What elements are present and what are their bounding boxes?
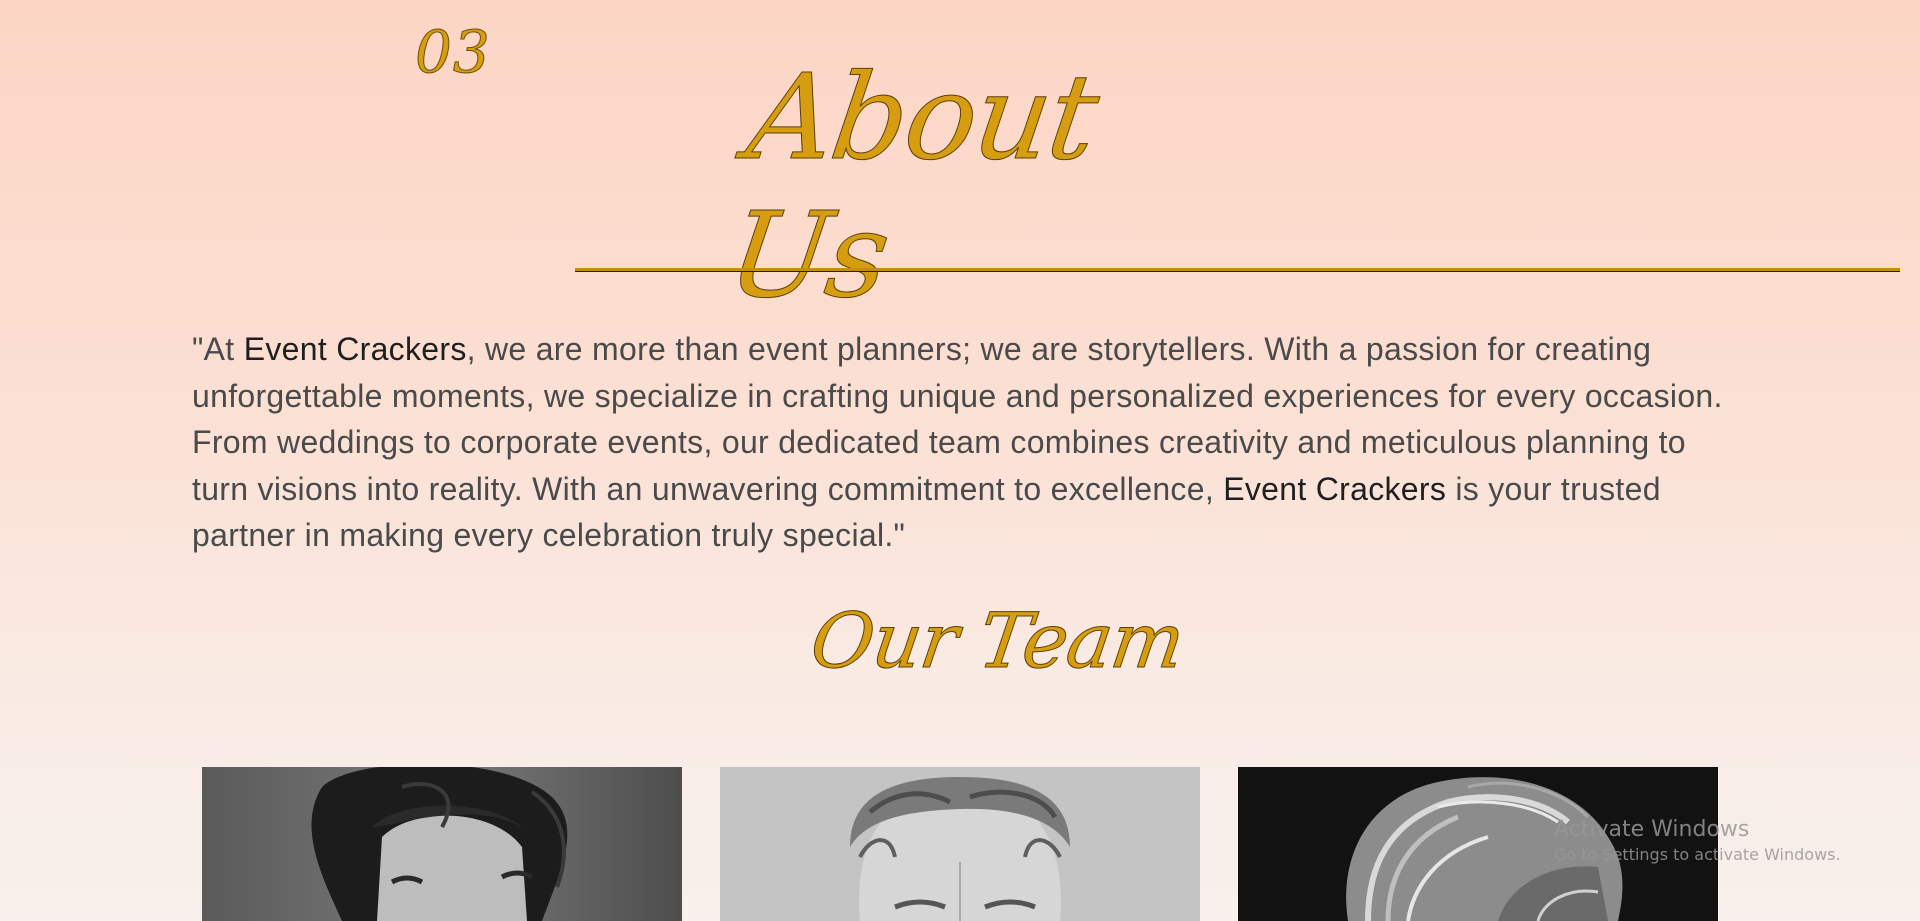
section-divider [575,268,1900,272]
our-team-heading: Our Team [805,596,1190,686]
about-paragraph: "At Event Crackers, we are more than eve… [192,326,1732,559]
team-member-card[interactable] [720,767,1200,921]
watermark-title: Activate Windows [1554,817,1750,842]
brand-name: Event Crackers [243,331,467,367]
section-number: 03 [415,18,491,87]
about-us-heading: About Us [720,48,1105,325]
team-member-card[interactable] [202,767,682,921]
team-member-photo [202,767,682,921]
watermark-subtitle: Go to Settings to activate Windows. [1554,845,1841,864]
team-member-photo [720,767,1200,921]
brand-name: Event Crackers [1223,470,1447,507]
about-text-part-1: "At [192,331,244,367]
windows-activation-watermark: Activate Windows Go to Settings to activ… [1554,816,1841,866]
